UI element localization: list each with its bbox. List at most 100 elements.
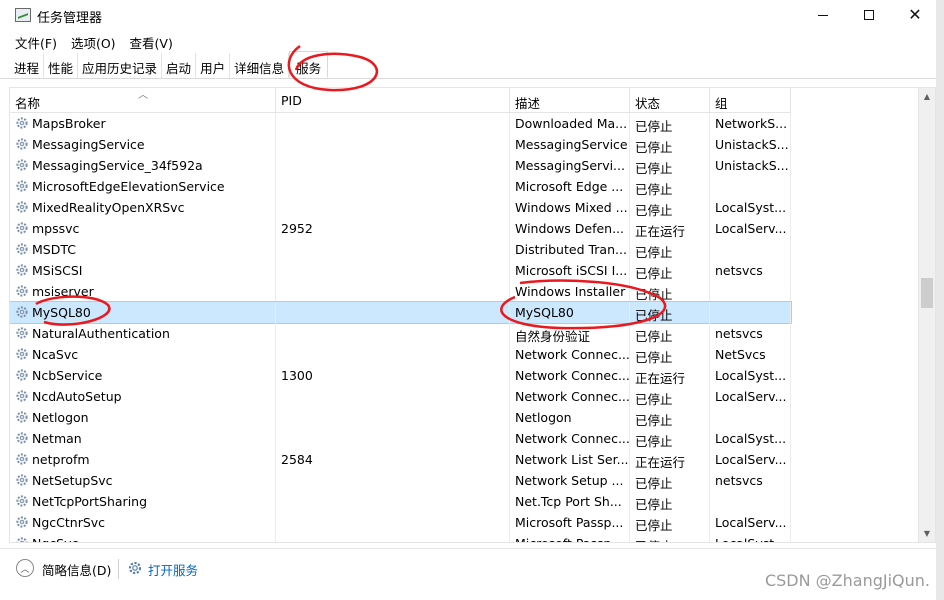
service-group: UnistackS... — [710, 134, 791, 155]
service-description: Network Connec... — [510, 386, 630, 407]
service-status: 已停止 — [630, 281, 710, 302]
minimize-button[interactable] — [800, 0, 846, 30]
tab-startup[interactable]: 启动 — [162, 53, 197, 78]
service-status: 已停止 — [630, 155, 710, 176]
service-pid — [276, 344, 510, 365]
service-gear-icon — [15, 368, 29, 382]
open-services-link[interactable]: 打开服务 — [148, 560, 198, 579]
service-group: LocalServ... — [710, 218, 791, 239]
tab-users[interactable]: 用户 — [196, 53, 231, 78]
service-pid — [276, 428, 510, 449]
service-status: 已停止 — [630, 407, 710, 428]
close-button[interactable]: ✕ — [892, 0, 938, 30]
table-row[interactable]: netprofm 2584 Network List Ser... 正在运行 Local… — [10, 449, 791, 470]
service-description: Network List Ser... — [510, 449, 630, 470]
column-label-name: 名称 — [15, 96, 41, 111]
tab-processes[interactable]: 进程 — [10, 53, 45, 78]
table-row[interactable]: NaturalAuthentication 自然身份验证 已停止 netsvcs — [10, 323, 791, 344]
table-row[interactable]: msiserver Windows Installer 已停止 — [10, 281, 791, 302]
service-pid — [276, 260, 510, 281]
service-group — [710, 302, 791, 323]
table-row[interactable]: MSiSCSI Microsoft iSCSI I... 已停止 netsvcs — [10, 260, 791, 281]
menu-file[interactable]: 文件(F) — [8, 30, 64, 52]
minimize-icon — [818, 14, 828, 16]
table-row[interactable]: NcdAutoSetup Network Connec... 已停止 LocalSer… — [10, 386, 791, 407]
service-pid: 2584 — [276, 449, 510, 470]
task-manager-window: 任务管理器 ✕ 文件(F) 选项(O) 查看(V) 进程 性能 应用历史记录 启… — [0, 0, 944, 600]
service-name-text: MapsBroker — [32, 116, 106, 131]
table-row[interactable]: MySQL80 MySQL80 已停止 — [10, 301, 792, 324]
table-row[interactable]: MapsBroker Downloaded Ma... 已停止 NetworkS... — [10, 113, 791, 134]
service-name: Netlogon — [10, 407, 276, 428]
service-name-text: MSiSCSI — [32, 263, 83, 278]
column-header-status[interactable]: 状态 — [630, 88, 710, 113]
table-row[interactable]: NcaSvc Network Connec... 已停止 NetSvcs — [10, 344, 791, 365]
service-name-text: mpssvc — [32, 221, 80, 236]
service-description: Windows Mixed ... — [510, 197, 630, 218]
service-description: Netlogon — [510, 407, 630, 428]
menu-options[interactable]: 选项(O) — [64, 30, 123, 52]
service-name: NcdAutoSetup — [10, 386, 276, 407]
table-row[interactable]: NcbService 1300 Network Connec... 正在运行 Local… — [10, 365, 791, 386]
brief-info-button[interactable]: 简略信息(D) — [42, 560, 111, 579]
service-group: LocalSyst... — [710, 197, 791, 218]
service-description: Downloaded Ma... — [510, 113, 630, 134]
service-name: msiserver — [10, 281, 276, 302]
service-group: UnistackS... — [710, 155, 791, 176]
scroll-up-icon[interactable]: ▲ — [919, 88, 935, 105]
table-row[interactable]: MicrosoftEdgeElevationService Microsoft E… — [10, 176, 791, 197]
table-row[interactable]: MSDTC Distributed Tran... 已停止 — [10, 239, 791, 260]
service-group — [710, 176, 791, 197]
service-name: NaturalAuthentication — [10, 323, 276, 344]
tab-details[interactable]: 详细信息 — [230, 53, 290, 78]
table-row[interactable]: MixedRealityOpenXRSvc Windows Mixed ... 已停… — [10, 197, 791, 218]
column-header-name[interactable]: 名称 ︿ — [10, 88, 276, 113]
service-group: NetSvcs — [710, 344, 791, 365]
service-name: Netman — [10, 428, 276, 449]
service-name: MSDTC — [10, 239, 276, 260]
footer-divider — [118, 559, 119, 579]
service-pid — [276, 491, 510, 512]
table-row[interactable]: mpssvc 2952 Windows Defen... 正在运行 LocalServ.… — [10, 218, 791, 239]
service-name-text: NgcSvc — [32, 536, 78, 542]
service-name-text: MSDTC — [32, 242, 76, 257]
services-gear-icon — [127, 560, 143, 579]
service-name: NetSetupSvc — [10, 470, 276, 491]
maximize-button[interactable] — [846, 0, 892, 30]
service-description: Distributed Tran... — [510, 239, 630, 260]
service-status: 正在运行 — [630, 365, 710, 386]
table-row[interactable]: Netman Network Connec... 已停止 LocalSyst... — [10, 428, 791, 449]
service-description: Microsoft Passp... — [510, 512, 630, 533]
table-row[interactable]: NetSetupSvc Network Setup ... 已停止 netsvcs — [10, 470, 791, 491]
service-name-text: Netman — [32, 431, 82, 446]
service-name: NetTcpPortSharing — [10, 491, 276, 512]
service-name-text: MySQL80 — [32, 305, 91, 320]
tab-app-history[interactable]: 应用历史记录 — [78, 53, 163, 78]
scroll-down-icon[interactable]: ▼ — [919, 525, 935, 542]
scrollbar-thumb[interactable] — [921, 278, 933, 308]
table-row[interactable]: NetTcpPortSharing Net.Tcp Port Sh... 已停止 — [10, 491, 791, 512]
service-name-text: Netlogon — [32, 410, 89, 425]
service-status: 正在运行 — [630, 218, 710, 239]
service-status: 已停止 — [630, 533, 710, 542]
service-name: MicrosoftEdgeElevationService — [10, 176, 276, 197]
service-description: MySQL80 — [510, 302, 630, 323]
service-gear-icon — [15, 515, 29, 529]
service-name-text: msiserver — [32, 284, 94, 299]
chevron-up-icon[interactable]: ︿ — [16, 559, 34, 577]
table-row[interactable]: MessagingService_34f592a MessagingServi..… — [10, 155, 791, 176]
service-name-text: MicrosoftEdgeElevationService — [32, 179, 225, 194]
vertical-scrollbar[interactable]: ▲ ▼ — [918, 88, 935, 542]
table-row[interactable]: MessagingService MessagingService 已停止 Unist… — [10, 134, 791, 155]
tab-performance[interactable]: 性能 — [44, 53, 79, 78]
service-description: Network Connec... — [510, 365, 630, 386]
column-header-description[interactable]: 描述 — [510, 88, 630, 113]
table-row[interactable]: NgcSvc Microsoft Passp...已停止LocalSyst... — [10, 533, 791, 542]
menu-view[interactable]: 查看(V) — [123, 30, 180, 52]
column-header-pid[interactable]: PID — [276, 88, 510, 113]
column-header-group[interactable]: 组 — [710, 88, 791, 113]
service-group: LocalSyst... — [710, 365, 791, 386]
tab-services[interactable]: 服务 — [289, 51, 329, 78]
table-row[interactable]: Netlogon Netlogon 已停止 — [10, 407, 791, 428]
table-row[interactable]: NgcCtnrSvc Microsoft Passp... 已停止 LocalServ… — [10, 512, 791, 533]
